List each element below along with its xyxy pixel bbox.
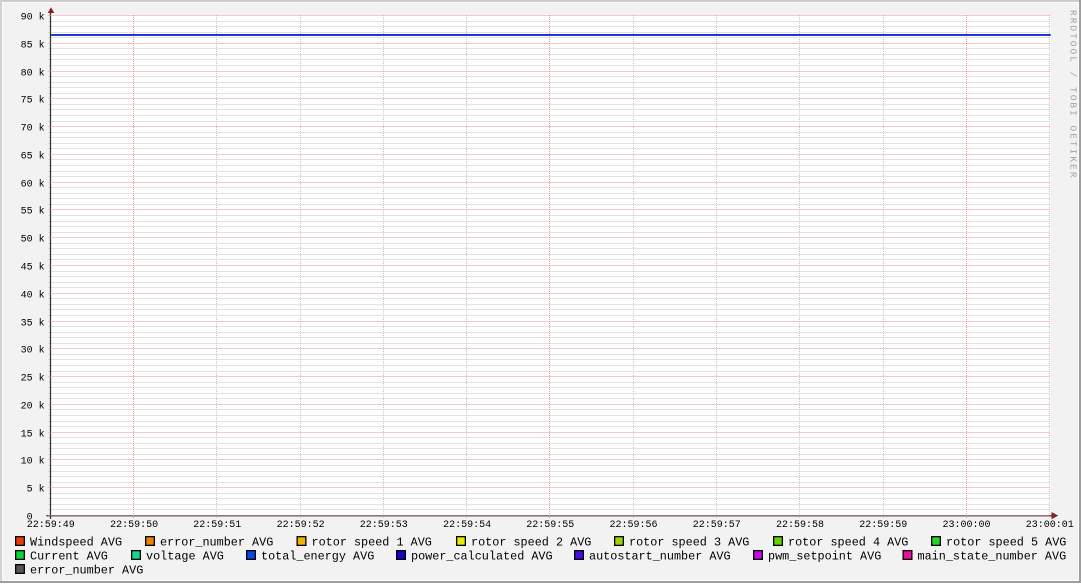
svg-text:error_number AVG: error_number AVG	[160, 535, 273, 549]
svg-text:22:59:49: 22:59:49	[27, 520, 75, 531]
svg-text:80 k: 80 k	[21, 68, 45, 80]
svg-text:error_number AVG: error_number AVG	[30, 563, 143, 577]
svg-text:power_calculated AVG: power_calculated AVG	[411, 549, 553, 563]
svg-text:20 k: 20 k	[21, 401, 45, 413]
svg-text:22:59:53: 22:59:53	[360, 520, 408, 531]
svg-text:22:59:55: 22:59:55	[526, 520, 574, 531]
svg-text:22:59:58: 22:59:58	[776, 520, 824, 531]
svg-text:autostart_number AVG: autostart_number AVG	[589, 549, 731, 563]
svg-text:rotor speed 5 AVG: rotor speed 5 AVG	[946, 535, 1066, 549]
svg-text:pwm_setpoint AVG: pwm_setpoint AVG	[768, 549, 881, 563]
svg-text:40 k: 40 k	[21, 290, 45, 302]
svg-text:22:59:59: 22:59:59	[859, 520, 907, 531]
svg-text:rotor speed 3 AVG: rotor speed 3 AVG	[629, 535, 749, 549]
svg-text:22:59:56: 22:59:56	[609, 520, 657, 531]
svg-text:50 k: 50 k	[21, 234, 45, 246]
svg-text:60 k: 60 k	[21, 179, 45, 191]
svg-text:22:59:54: 22:59:54	[443, 520, 491, 531]
svg-text:22:59:51: 22:59:51	[193, 520, 241, 531]
svg-text:35 k: 35 k	[21, 318, 45, 330]
svg-text:25 k: 25 k	[21, 373, 45, 385]
svg-text:rotor speed 2 AVG: rotor speed 2 AVG	[471, 535, 591, 549]
svg-text:total_energy AVG: total_energy AVG	[261, 549, 374, 563]
svg-text:rotor speed 4 AVG: rotor speed 4 AVG	[788, 535, 908, 549]
svg-text:65 k: 65 k	[21, 151, 45, 163]
svg-text:23:00:01: 23:00:01	[1026, 520, 1074, 531]
svg-text:55 k: 55 k	[21, 206, 45, 218]
svg-text:22:59:57: 22:59:57	[693, 520, 741, 531]
svg-text:main_state_number AVG: main_state_number AVG	[918, 549, 1067, 563]
svg-text:RRDTOOL / TOBI OETIKER: RRDTOOL / TOBI OETIKER	[1067, 10, 1078, 179]
svg-text:voltage AVG: voltage AVG	[146, 549, 224, 563]
svg-text:10 k: 10 k	[21, 456, 45, 468]
svg-text:75 k: 75 k	[21, 95, 45, 107]
svg-text:Current AVG: Current AVG	[30, 549, 108, 563]
svg-text:Windspeed AVG: Windspeed AVG	[30, 535, 122, 549]
svg-text:22:59:52: 22:59:52	[277, 520, 325, 531]
svg-text:15 k: 15 k	[21, 429, 45, 441]
svg-text:23:00:00: 23:00:00	[942, 520, 990, 531]
svg-text:90 k: 90 k	[21, 12, 45, 24]
svg-text:22:59:50: 22:59:50	[110, 520, 158, 531]
svg-text:70 k: 70 k	[21, 123, 45, 135]
svg-text:85 k: 85 k	[21, 40, 45, 52]
svg-text:45 k: 45 k	[21, 262, 45, 274]
svg-text:5 k: 5 k	[27, 484, 45, 496]
svg-text:30 k: 30 k	[21, 345, 45, 357]
svg-text:rotor speed 1 AVG: rotor speed 1 AVG	[312, 535, 432, 549]
